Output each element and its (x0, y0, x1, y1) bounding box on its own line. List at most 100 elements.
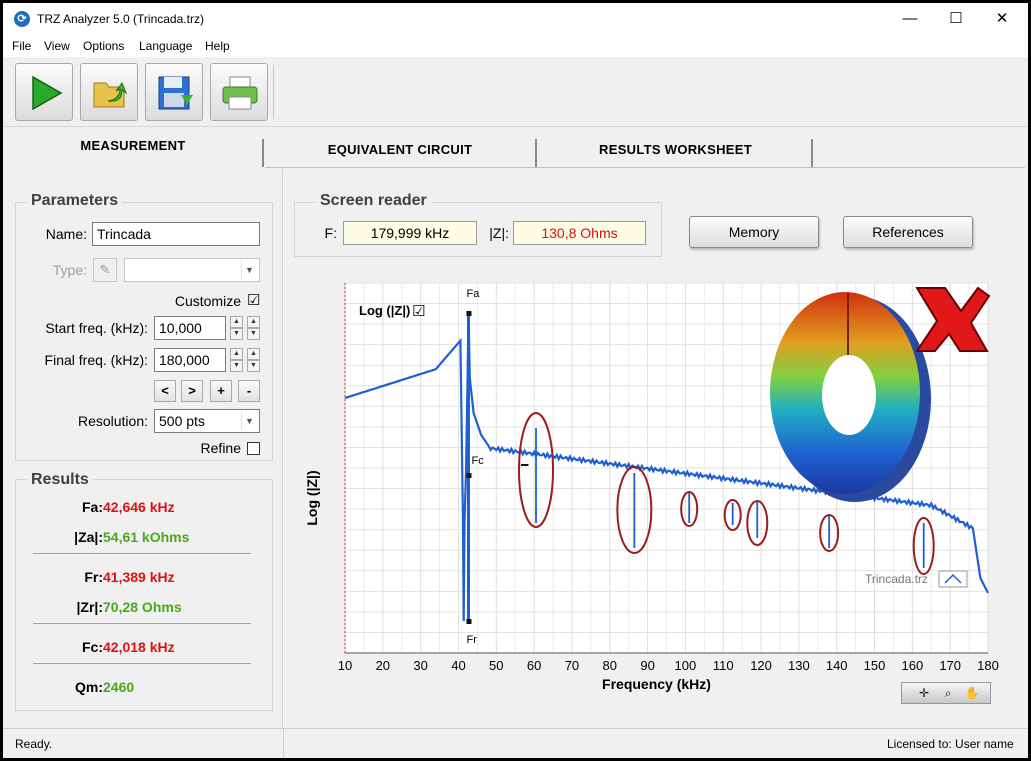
chart-tools: ✛ ⌕ ✋ (901, 682, 991, 704)
name-label: Name: (45, 226, 87, 242)
screen-reader-title: Screen reader (316, 192, 431, 210)
log-checkbox[interactable]: ☑ (412, 302, 425, 320)
start-fast-down-icon[interactable]: ▼ (247, 328, 260, 340)
y-axis-label: Log (|Z|) (304, 470, 320, 525)
resolution-select[interactable]: 500 pts ▼ (154, 409, 260, 433)
final-fast-up-icon[interactable]: ▲ (247, 348, 260, 360)
result-value: 2460 (103, 679, 135, 695)
type-select[interactable]: ▼ (124, 258, 260, 282)
title-bar: ⟳ TRZ Analyzer 5.0 (Trincada.trz) — ☐ ✕ (3, 3, 1028, 35)
menu-help[interactable]: Help (205, 39, 230, 53)
crosshair-icon[interactable]: ✛ (914, 685, 934, 701)
memory-button[interactable]: Memory (689, 216, 819, 248)
results-separator (33, 553, 251, 554)
tab-divider (811, 139, 813, 167)
references-button[interactable]: References (843, 216, 973, 248)
x-tick-label: 140 (826, 658, 848, 673)
zoom-in-button[interactable]: + (210, 380, 232, 402)
x-tick-label: 10 (338, 658, 352, 673)
start-up-arrow-icon[interactable]: ▲ (230, 316, 243, 328)
x-tick-label: 70 (565, 658, 579, 673)
log-checkbox-label: Log (|Z|) (359, 303, 410, 318)
tab-results-worksheet[interactable]: RESULTS WORKSHEET (538, 137, 813, 167)
marker-label: Fc (471, 455, 484, 467)
app-icon: ⟳ (14, 11, 30, 27)
start-down-arrow-icon[interactable]: ▼ (230, 328, 243, 340)
results-separator (33, 663, 251, 664)
print-icon (222, 76, 258, 110)
final-up-arrow-icon[interactable]: ▲ (230, 348, 243, 360)
final-freq-input[interactable]: 180,000 (154, 348, 226, 372)
donut-hole (822, 355, 876, 435)
f-value: 179,999 kHz (343, 221, 477, 245)
menu-view[interactable]: View (44, 39, 70, 53)
x-tick-label: 20 (376, 658, 390, 673)
menu-file[interactable]: File (12, 39, 31, 53)
tab-equivalent-circuit[interactable]: EQUIVALENT CIRCUIT (265, 137, 535, 167)
x-axis-label: Frequency (kHz) (602, 676, 711, 692)
results-title: Results (27, 471, 93, 489)
name-input[interactable]: Trincada (92, 222, 260, 246)
x-tick-label: 170 (939, 658, 961, 673)
final-fast-down-icon[interactable]: ▼ (247, 360, 260, 372)
result-key: Fa: (82, 499, 103, 515)
x-tick-label: 40 (451, 658, 465, 673)
run-button[interactable] (15, 63, 73, 121)
status-bar: Ready. Licensed to: User name (3, 728, 1028, 758)
wrench-icon[interactable]: ✎ (93, 258, 117, 282)
z-value: 130,8 Ohms (513, 221, 646, 245)
x-tick-label: 90 (640, 658, 654, 673)
result-key: |Za|: (74, 529, 103, 545)
x-tick-label: 110 (713, 658, 734, 673)
x-tick-label: 30 (413, 658, 427, 673)
refine-label: Refine (200, 440, 241, 456)
zoom-icon[interactable]: ⌕ (938, 685, 958, 701)
pan-hand-icon[interactable]: ✋ (962, 685, 982, 701)
impedance-chart[interactable]: 10 20 30 40 50 60 70 80 90 100 110 120 130 140 150 160 1… (293, 278, 1003, 698)
customize-label: Customize (174, 293, 241, 309)
result-key: Fc: (82, 639, 103, 655)
final-freq-label: Final freq. (kHz): (44, 352, 148, 368)
minimize-button[interactable]: — (887, 3, 933, 35)
close-button[interactable]: ✕ (979, 3, 1025, 35)
result-key: Qm: (75, 679, 103, 695)
final-down-arrow-icon[interactable]: ▼ (230, 360, 243, 372)
tab-underline (265, 167, 1025, 168)
customize-checkbox[interactable]: ☑ (247, 293, 260, 308)
refine-checkbox[interactable] (247, 442, 260, 455)
parameters-title: Parameters (27, 192, 123, 210)
license-text: Licensed to: User name (887, 737, 1014, 751)
play-icon (32, 75, 63, 111)
shift-left-button[interactable]: < (154, 380, 176, 402)
x-tick-label: 80 (603, 658, 617, 673)
print-button[interactable] (210, 63, 268, 121)
save-button[interactable] (145, 63, 203, 121)
result-value: 70,28 Ohms (103, 599, 182, 615)
tab-divider (262, 139, 264, 167)
fc-marker (466, 473, 472, 478)
maximize-button[interactable]: ☐ (933, 3, 979, 35)
open-button[interactable] (80, 63, 138, 121)
x-tick-label: 100 (675, 658, 697, 673)
tab-measurement[interactable]: MEASUREMENT (3, 133, 263, 163)
status-separator (283, 729, 284, 758)
result-key: |Zr|: (76, 599, 104, 615)
tab-bar: MEASUREMENT EQUIVALENT CIRCUIT RESULTS W… (3, 127, 1028, 169)
x-tick-label: 150 (864, 658, 886, 673)
menu-language[interactable]: Language (139, 39, 192, 53)
menu-options[interactable]: Options (83, 39, 124, 53)
marker-label: Fr (466, 634, 477, 646)
f-label: F: (324, 225, 337, 241)
shift-right-button[interactable]: > (181, 380, 203, 402)
start-freq-input[interactable]: 10,000 (154, 316, 226, 340)
resolution-value: 500 pts (159, 413, 205, 429)
zoom-out-button[interactable]: - (238, 380, 260, 402)
x-tick-label: 160 (902, 658, 924, 673)
fr-marker (466, 619, 472, 624)
save-icon (158, 76, 193, 110)
start-fast-up-icon[interactable]: ▲ (247, 316, 260, 328)
open-folder-icon (93, 81, 128, 108)
status-text: Ready. (15, 737, 53, 751)
results-separator (33, 623, 251, 624)
start-freq-label: Start freq. (kHz): (45, 320, 148, 336)
